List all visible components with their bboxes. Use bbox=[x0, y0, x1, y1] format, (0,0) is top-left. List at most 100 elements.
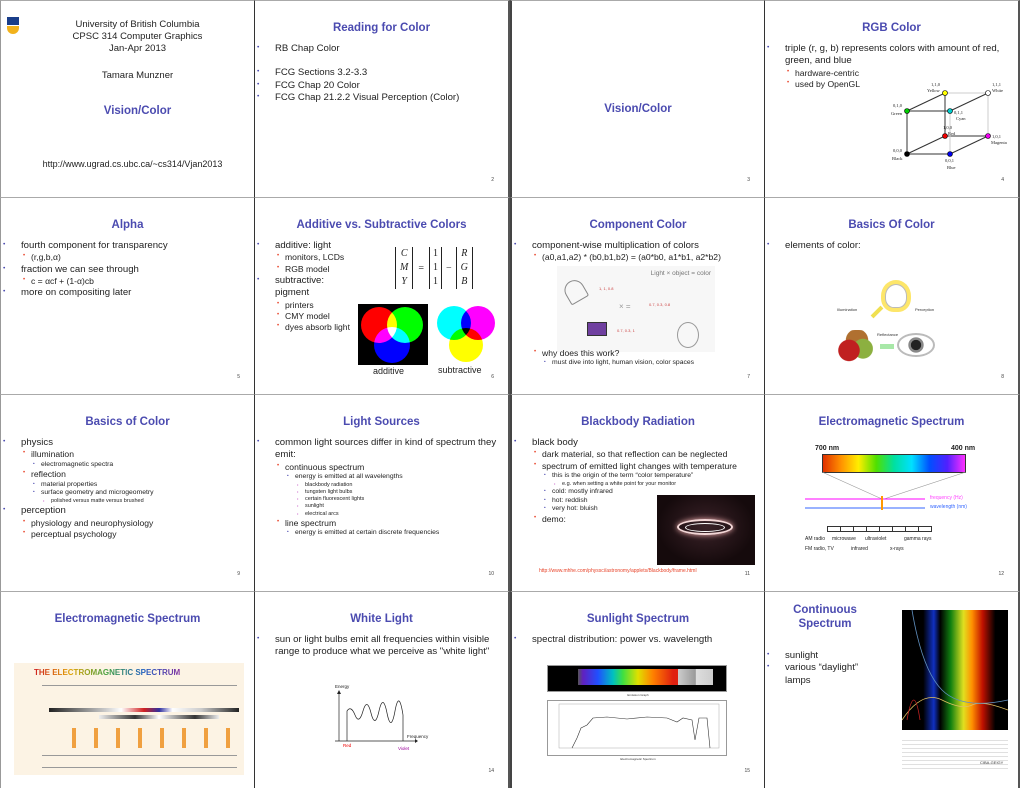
blue-vertex bbox=[947, 151, 953, 157]
bullet-item: black body bbox=[514, 437, 760, 449]
slide-title: Electromagnetic Spectrum bbox=[818, 416, 965, 428]
bullet-item: reflection bbox=[23, 469, 246, 480]
page-number: 12 bbox=[998, 571, 1004, 577]
page-number: 8 bbox=[1001, 374, 1004, 380]
bullet-item: various “daylight” lamps bbox=[767, 662, 885, 687]
slide-title: White Light bbox=[350, 613, 413, 625]
bullet-list: RB Chap Color FCG Sections 3.2-3.3FCG Cha… bbox=[257, 43, 500, 105]
red-label: Red bbox=[343, 743, 352, 748]
slide-14[interactable]: White Light Energy Frequency Red Violet … bbox=[255, 591, 510, 788]
slide-11[interactable]: Blackbody Radiation http://www.mhhe.com/… bbox=[510, 394, 765, 591]
slide-5[interactable]: Alpha fourth component for transparency(r… bbox=[0, 197, 255, 394]
frequency-axis-label: frequency (Hz) bbox=[930, 495, 963, 501]
ciba-geigy-logo: CIBA-GEIGY bbox=[980, 760, 1004, 765]
slide-title: Component Color bbox=[589, 219, 687, 231]
bullet-item: electromagnetic spectra bbox=[33, 461, 246, 470]
slide-13[interactable]: Electromagnetic Spectrum THE ELECTROMAGN… bbox=[0, 591, 255, 788]
bullet-item: more on compositing later bbox=[3, 287, 246, 299]
bullet-item: FCG Chap 20 Color bbox=[257, 80, 500, 92]
cmy-matrix-equation: CMY = 1 1 1 − RGB bbox=[395, 247, 473, 289]
bullet-item: physics bbox=[3, 437, 246, 449]
energy-axis-label: Energy bbox=[335, 684, 350, 689]
em-spectrum-caption: Electromagnetic Spectrum bbox=[620, 757, 656, 761]
slide-title: Light Sources bbox=[343, 416, 420, 428]
bullet-list: spectral distribution: power vs. wavelen… bbox=[514, 634, 756, 646]
bullet-item: certain fluorescent lights bbox=[297, 496, 500, 503]
cube-label: 0,0,1 bbox=[945, 158, 954, 164]
slide-title: Blackbody Radiation bbox=[581, 416, 695, 428]
course-url[interactable]: http://www.ugrad.cs.ubc.ca/~cs314/Vjan20… bbox=[1, 159, 254, 169]
slide-7[interactable]: Component Color Light × object = color 1… bbox=[510, 197, 765, 394]
minus-sign: − bbox=[445, 262, 452, 274]
slide-3[interactable]: Vision/Color 3 bbox=[510, 0, 765, 197]
slide-12[interactable]: Electromagnetic Spectrum 700 nm 400 nm f… bbox=[765, 394, 1020, 591]
slide-2[interactable]: Reading for Color RB Chap Color FCG Sectio… bbox=[255, 0, 510, 197]
matrix-cell: 1 bbox=[432, 276, 438, 287]
matrix-cell: G bbox=[460, 262, 468, 273]
slide-1[interactable]: Vision/Color University of British Colum… bbox=[0, 0, 255, 197]
emission-spectrum-bar bbox=[547, 665, 727, 692]
bullet-item: common light sources differ in kind of s… bbox=[257, 437, 500, 462]
blackbody-demo-link[interactable]: http://www.mhhe.com/physsci/astronomy/ap… bbox=[539, 568, 697, 574]
bullet-item: RGB model bbox=[277, 264, 358, 275]
bullet-item: additive: light bbox=[257, 240, 358, 252]
bullet-item: triple (r, g, b) represents colors with … bbox=[767, 43, 1010, 68]
bullet-list: additive: lightmonitors, LCDsRGB modelsu… bbox=[257, 240, 358, 333]
bullet-list: sunlightvarious “daylight” lamps bbox=[767, 650, 885, 687]
subtractive-color-venn bbox=[435, 304, 499, 365]
bullet-item: energy is emitted at certain discrete fr… bbox=[287, 529, 500, 538]
subtractive-caption: subtractive bbox=[438, 365, 482, 375]
page-number: 7 bbox=[747, 374, 750, 380]
header-line: CPSC 314 Computer Graphics bbox=[72, 31, 203, 42]
bullet-item: perception bbox=[3, 505, 246, 517]
matrix-cell: B bbox=[461, 276, 468, 287]
page-number: 3 bbox=[747, 177, 750, 183]
bullet-item: fraction we can see through bbox=[3, 264, 246, 276]
bullet-item: spectral distribution: power vs. wavelen… bbox=[514, 634, 756, 646]
institution-header: University of British Columbia CPSC 314 … bbox=[1, 19, 254, 55]
page-number: 6 bbox=[491, 374, 494, 380]
bullet-list: physicsilluminationelectromagnetic spect… bbox=[3, 437, 246, 540]
bullet-item: must dive into light, human vision, colo… bbox=[544, 359, 756, 368]
bullet-list: black bodydark material, so that reflect… bbox=[514, 437, 760, 525]
wavelength-700-label: 700 nm bbox=[815, 445, 840, 452]
yellow-vertex bbox=[942, 90, 948, 96]
bullet-item: component-wise multiplication of colors bbox=[514, 240, 756, 252]
bullet-item: FCG Sections 3.2-3.3 bbox=[257, 67, 500, 79]
bullet-item: dark material, so that reflection can be… bbox=[534, 449, 760, 460]
slide-15[interactable]: Sunlight Spectrum Emission Graph Electro… bbox=[510, 591, 765, 788]
matrix-cell: 1 bbox=[432, 248, 438, 259]
page-number: 4 bbox=[1001, 177, 1004, 183]
bullet-item: material properties bbox=[33, 481, 246, 490]
band-boxes bbox=[827, 526, 932, 532]
bullet-item: cold: mostly infrared bbox=[544, 488, 760, 497]
cube-label: Cyan bbox=[956, 116, 966, 121]
red-vertex bbox=[942, 133, 948, 139]
rgb-cube-diagram: 1,1,0Yellow 1,1,1White 0,1,0Green 0,1,1C… bbox=[891, 82, 1007, 170]
band-label: microwave bbox=[832, 536, 856, 542]
bullet-item: sunlight bbox=[767, 650, 885, 662]
bullet-item: line spectrum bbox=[277, 518, 500, 529]
header-line: University of British Columbia bbox=[75, 19, 200, 30]
slide-9[interactable]: Basics of Color physicsilluminationelectr… bbox=[0, 394, 255, 591]
slide-4[interactable]: RGB Color 1,1,0 Yellow 1,1,1 White 0,1,0… bbox=[765, 0, 1020, 197]
bullet-list: elements of color: bbox=[767, 240, 1010, 252]
frequency-axis-label: Frequency bbox=[407, 734, 429, 739]
bullet-item: printers bbox=[277, 300, 358, 311]
bullet-item: RB Chap Color bbox=[257, 43, 500, 55]
matrix-cell: C bbox=[400, 248, 408, 259]
magenta-vertex bbox=[985, 133, 991, 139]
slide-8[interactable]: Basics Of Color Illumination Perception … bbox=[765, 197, 1020, 394]
slide-10[interactable]: Light Sources common light sources differ… bbox=[255, 394, 510, 591]
page-number: 11 bbox=[744, 571, 750, 577]
bullet-item: sun or light bulbs emit all frequencies … bbox=[257, 634, 498, 659]
slide-6[interactable]: Additive vs. Subtractive Colors CMY = 1 1… bbox=[255, 197, 510, 394]
bullet-item: why does this work? bbox=[534, 348, 756, 359]
slide-title: Continuous Spectrum bbox=[793, 604, 857, 630]
bullet-item: elements of color: bbox=[767, 240, 1010, 252]
bullet-item: demo: bbox=[534, 514, 760, 525]
band-label: AM radio bbox=[805, 536, 826, 542]
slide-16[interactable]: Continuous Spectrum CIBA-GEIGY sunlightv… bbox=[765, 591, 1020, 788]
band-label: gamma rays bbox=[904, 536, 932, 542]
slide-title: Basics of Color bbox=[85, 416, 170, 428]
